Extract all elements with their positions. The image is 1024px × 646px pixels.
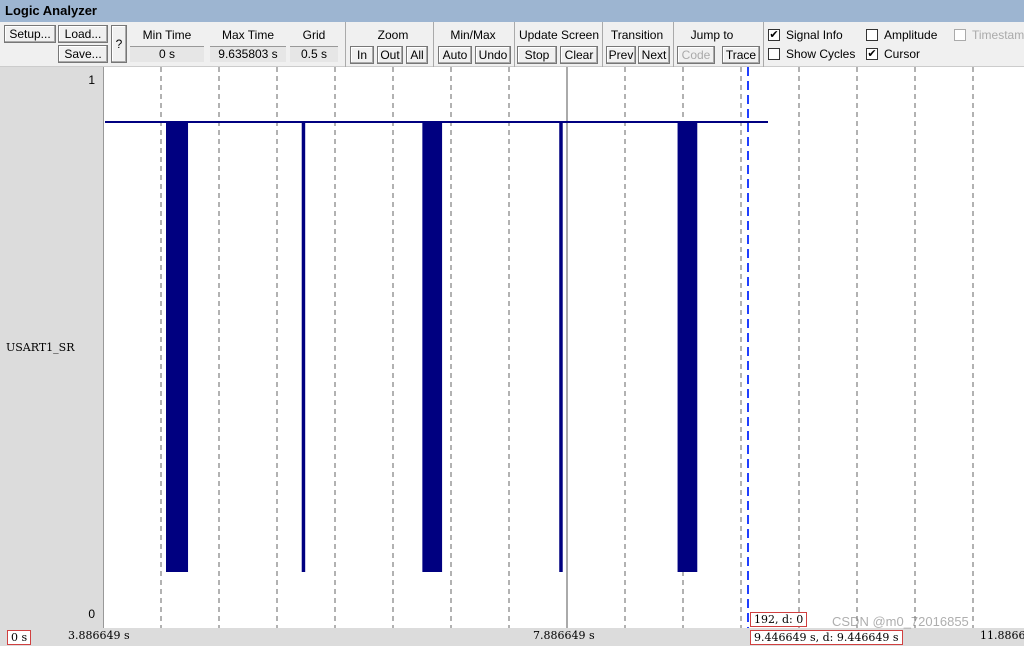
grid-label: Grid xyxy=(302,28,326,42)
jump-code-button[interactable]: Code xyxy=(677,46,715,64)
save-button[interactable]: Save... xyxy=(58,45,108,63)
zoom-all-button[interactable]: All xyxy=(406,46,428,64)
time-axis-bar: 0 s 3.886649 s 7.886649 s 9.446649 s, d:… xyxy=(0,628,1024,646)
signal-pulse xyxy=(301,122,306,572)
time-label-3: 11.886649 xyxy=(980,629,1024,642)
max-time-label: Max Time xyxy=(221,28,274,42)
min-time-label: Min Time xyxy=(142,28,192,42)
cursor-time-readout: 9.446649 s, d: 9.446649 s xyxy=(750,630,903,645)
prev-button[interactable]: Prev xyxy=(606,46,636,64)
stop-button[interactable]: Stop xyxy=(517,46,557,64)
waveform-plot[interactable] xyxy=(104,67,1024,628)
max-time-value: 9.635803 s xyxy=(210,46,286,62)
toolbar: Setup... Load... Save... ? Min Time 0 s … xyxy=(0,22,1024,67)
zoom-in-button[interactable]: In xyxy=(350,46,374,64)
jump-trace-button[interactable]: Trace xyxy=(722,46,760,64)
auto-button[interactable]: Auto xyxy=(438,46,472,64)
signal-pulse xyxy=(166,122,189,572)
amplitude-checkbox[interactable]: Amplitude xyxy=(866,28,937,42)
zoom-label: Zoom xyxy=(377,28,409,42)
check-icon: ✔ xyxy=(866,48,878,60)
time-label-2: 7.886649 s xyxy=(533,629,595,642)
time-label-1: 3.886649 s xyxy=(68,629,130,642)
clear-button[interactable]: Clear xyxy=(560,46,598,64)
timestamps-checkbox[interactable]: Timestamps xyxy=(954,28,1024,42)
signal-list[interactable]: 1 USART1_SR 0 xyxy=(0,67,104,628)
signal-name[interactable]: USART1_SR xyxy=(6,341,75,354)
help-button[interactable]: ? xyxy=(111,25,127,63)
window-title: Logic Analyzer xyxy=(0,0,1024,22)
minmax-label: Min/Max xyxy=(450,28,496,42)
show-cycles-checkbox[interactable]: Show Cycles xyxy=(768,47,855,61)
check-icon: ✔ xyxy=(768,29,780,41)
jump-to-label: Jump to xyxy=(690,28,734,42)
signal-min-label: 0 xyxy=(88,607,95,621)
signal-pulse xyxy=(677,122,698,572)
grid-value: 0.5 s xyxy=(290,46,338,62)
watermark: CSDN @m0_72016855 xyxy=(832,614,969,629)
cursor-value-readout: 192, d: 0 xyxy=(750,612,808,627)
signal-info-checkbox[interactable]: ✔ Signal Info xyxy=(768,28,843,42)
signal-pulse xyxy=(559,122,563,572)
signal-max-label: 1 xyxy=(88,73,95,87)
update-screen-label: Update Screen xyxy=(518,28,600,42)
load-button[interactable]: Load... xyxy=(58,25,108,43)
min-time-value: 0 s xyxy=(130,46,204,62)
transition-label: Transition xyxy=(610,28,664,42)
setup-button[interactable]: Setup... xyxy=(4,25,56,43)
next-button[interactable]: Next xyxy=(638,46,670,64)
cursor-checkbox[interactable]: ✔ Cursor xyxy=(866,47,920,61)
signal-pulse xyxy=(422,122,443,572)
undo-button[interactable]: Undo xyxy=(475,46,511,64)
start-time: 0 s xyxy=(7,630,32,645)
zoom-out-button[interactable]: Out xyxy=(377,46,403,64)
